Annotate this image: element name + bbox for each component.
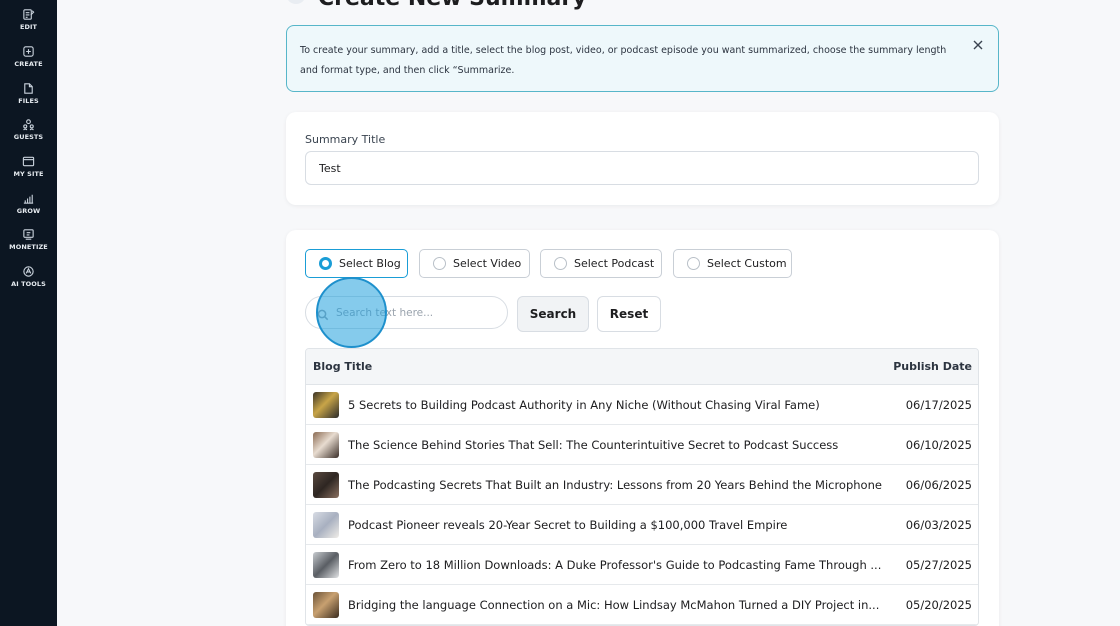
search-button[interactable]: Search [517,296,589,332]
search-input[interactable] [305,296,508,329]
blog-thumbnail [313,591,339,618]
sidebar-item-grow[interactable]: GROW [0,191,57,215]
edit-icon [22,7,36,21]
sidebar-item-label: MONETIZE [9,243,48,251]
publish-date: 06/06/2025 [905,477,972,492]
sidebar-item-label: AI TOOLS [11,280,46,288]
sidebar-item-label: GROW [16,207,41,215]
publish-date: 06/10/2025 [905,437,972,452]
select-blog-radio[interactable]: Select Blog [305,249,408,278]
source-select-card: Select Blog Select Video Select Podcast … [286,230,999,626]
blog-thumbnail [313,391,339,418]
radio-selected-icon [319,257,332,270]
table-row[interactable]: The Podcasting Secrets That Built an Ind… [306,465,978,505]
publish-date: 06/03/2025 [905,517,972,532]
publish-date: 05/27/2025 [905,557,972,572]
radio-icon [554,257,567,270]
publish-date: 06/17/2025 [905,397,972,412]
guests-icon [22,117,36,131]
summary-title-label: Summary Title [305,133,386,146]
radio-label: Select Video [453,257,522,270]
table-row[interactable]: Bridging the language Connection on a Mi… [306,585,978,625]
blog-title: 5 Secrets to Building Podcast Authority … [348,397,820,412]
table-row[interactable]: The Science Behind Stories That Sell: Th… [306,425,978,465]
summary-title-card: Summary Title [286,112,999,205]
blog-title: Podcast Pioneer reveals 20-Year Secret t… [348,517,788,532]
reset-button[interactable]: Reset [597,296,661,332]
sidebar-item-guests[interactable]: GUESTS [0,117,57,141]
page-title: Create New Summary [318,0,587,11]
table-row[interactable]: From Zero to 18 Million Downloads: A Duk… [306,545,978,585]
sidebar-item-monetize[interactable]: MONETIZE [0,227,57,251]
sidebar-item-label: FILES [18,97,39,105]
table-header: Blog Title Publish Date [306,349,978,385]
info-banner: To create your summary, add a title, sel… [286,25,999,92]
blog-title: The Podcasting Secrets That Built an Ind… [348,477,882,492]
sidebar-item-files[interactable]: FILES [0,81,57,105]
sidebar-item-label: CREATE [14,60,43,68]
blog-thumbnail [313,551,339,578]
ai-tools-icon [22,264,36,278]
select-podcast-radio[interactable]: Select Podcast [540,249,662,278]
close-icon[interactable] [972,36,984,50]
title-step-icon [286,0,306,4]
blog-thumbnail [313,511,339,538]
files-icon [22,81,36,95]
blog-thumbnail [313,471,339,498]
radio-label: Select Custom [707,257,787,270]
radio-icon [433,257,446,270]
sidebar-item-label: GUESTS [13,133,44,141]
create-icon [22,44,36,58]
monetize-icon [22,227,36,241]
radio-label: Select Podcast [574,257,655,270]
banner-text: To create your summary, add a title, sel… [300,45,947,76]
radio-icon [687,257,700,270]
sidebar-item-ai-tools[interactable]: AI TOOLS [0,264,57,288]
table-row[interactable]: 5 Secrets to Building Podcast Authority … [306,385,978,425]
column-header-blog-title[interactable]: Blog Title [313,360,372,373]
table-row[interactable]: Podcast Pioneer reveals 20-Year Secret t… [306,505,978,545]
summary-title-input[interactable] [305,151,979,185]
sidebar-item-create[interactable]: CREATE [0,44,57,68]
select-custom-radio[interactable]: Select Custom [673,249,792,278]
sidebar-item-edit[interactable]: EDIT [0,7,57,31]
search-icon [317,306,329,321]
sidebar-item-label: MY SITE [13,170,44,178]
blog-title: From Zero to 18 Million Downloads: A Duk… [348,557,882,572]
blog-title: The Science Behind Stories That Sell: Th… [348,437,839,452]
sidebar: EDIT CREATE FILES GUESTS MY SITE GROW MO… [0,0,57,626]
sidebar-item-my-site[interactable]: MY SITE [0,154,57,178]
blog-title: Bridging the language Connection on a Mi… [348,597,880,612]
select-video-radio[interactable]: Select Video [419,249,530,278]
publish-date: 05/20/2025 [905,597,972,612]
column-header-publish-date[interactable]: Publish Date [893,360,972,373]
site-icon [22,154,36,168]
blog-table: Blog Title Publish Date 5 Secrets to Bui… [305,348,979,626]
sidebar-item-label: EDIT [19,23,38,31]
grow-icon [22,191,36,205]
radio-label: Select Blog [339,257,401,270]
blog-thumbnail [313,431,339,458]
